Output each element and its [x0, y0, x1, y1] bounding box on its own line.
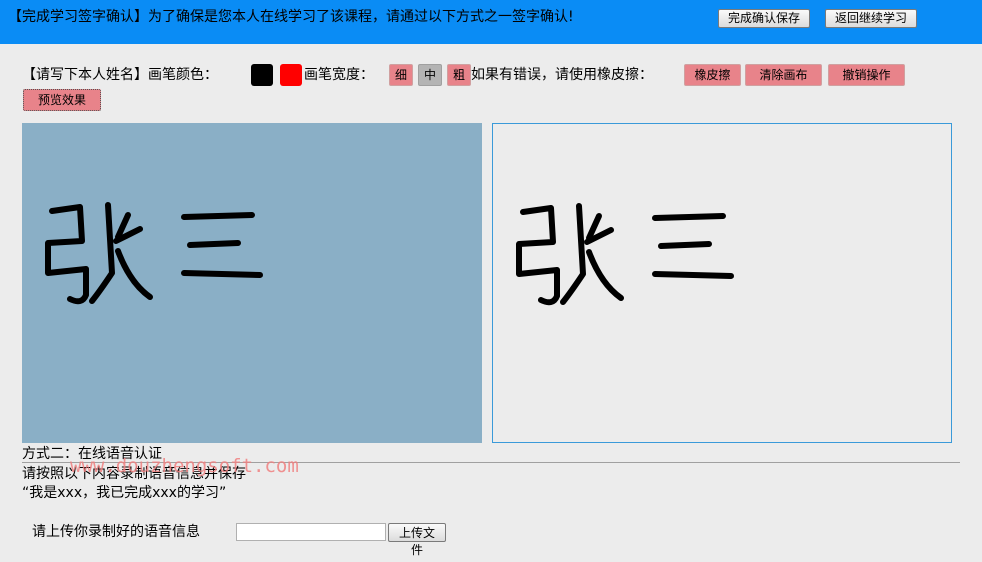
signature-canvas[interactable] — [22, 123, 482, 443]
upload-label: 请上传你录制好的语音信息 — [32, 524, 200, 540]
pen-width-medium-button[interactable]: 中 — [418, 64, 442, 86]
upload-file-field[interactable] — [236, 523, 386, 541]
name-prompt-label: 【请写下本人姓名】画笔颜色： — [22, 67, 218, 83]
signature-preview — [492, 123, 952, 443]
header-bar: 【完成学习签字确认】为了确保是您本人在线学习了该课程，请通过以下方式之一签字确认… — [0, 0, 982, 44]
pen-width-thick-button[interactable]: 粗 — [447, 64, 471, 86]
watermark-text: www.douzhengsoft.com — [70, 455, 299, 477]
header-message: 【完成学习签字确认】为了确保是您本人在线学习了该课程，请通过以下方式之一签字确认… — [8, 9, 574, 25]
pen-width-thin-button[interactable]: 细 — [389, 64, 413, 86]
preview-drawing — [516, 203, 734, 306]
color-swatch-red[interactable] — [280, 64, 302, 86]
eraser-hint-label: 如果有错误，请使用橡皮擦： — [471, 67, 653, 83]
undo-button[interactable]: 撤销操作 — [828, 64, 905, 86]
preview-button[interactable]: 预览效果 — [23, 89, 101, 111]
upload-file-button[interactable]: 上传文件 — [388, 523, 446, 557]
signature-drawing — [45, 202, 263, 305]
voice-script-text: “我是xxx，我已完成xxx的学习” — [22, 485, 227, 501]
confirm-save-button[interactable]: 完成确认保存 — [718, 9, 811, 28]
eraser-button[interactable]: 橡皮擦 — [684, 64, 741, 86]
pen-width-label: 画笔宽度： — [304, 67, 374, 83]
back-continue-button[interactable]: 返回继续学习 — [825, 9, 918, 28]
color-swatch-black[interactable] — [251, 64, 273, 86]
clear-canvas-button[interactable]: 清除画布 — [745, 64, 822, 86]
